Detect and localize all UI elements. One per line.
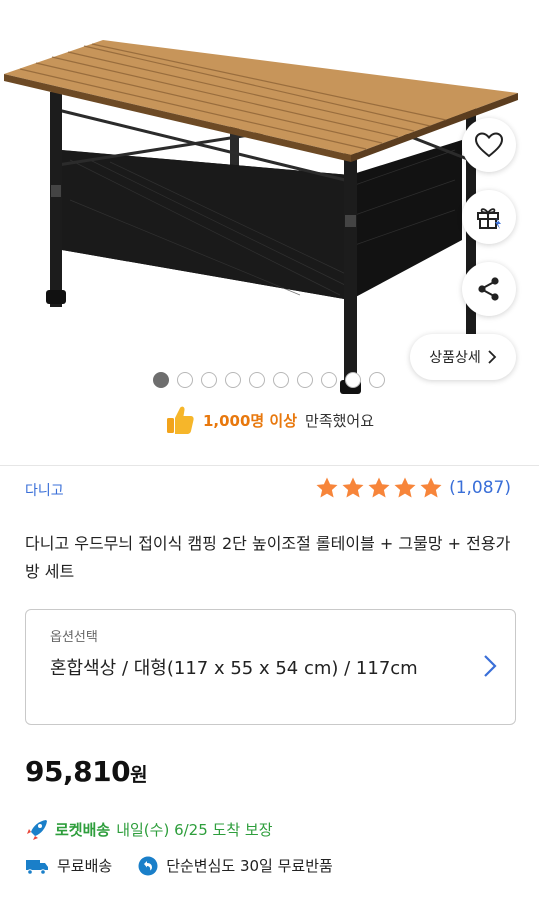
satisfaction-banner: 1,000명 이상 만족했어요 xyxy=(0,404,539,436)
share-button[interactable] xyxy=(462,262,516,316)
carousel-dot[interactable] xyxy=(225,372,241,388)
gift-icon xyxy=(477,208,501,229)
rocket-delivery-label: 로켓배송 xyxy=(55,820,111,839)
return-policy-text: 단순변심도 30일 무료반품 xyxy=(166,857,333,875)
star-icon xyxy=(316,477,338,498)
brand-link[interactable]: 다니고 xyxy=(25,480,64,500)
product-detail-label: 상품상세 xyxy=(429,350,481,366)
gift-button[interactable] xyxy=(462,190,516,244)
product-image-area[interactable]: 상품상세 xyxy=(0,0,539,400)
carousel-dot[interactable] xyxy=(321,372,337,388)
delivery-eta: 내일(수) 6/25 도착 보장 xyxy=(116,820,273,839)
sale-price: 95,810원 xyxy=(25,755,148,788)
rating-summary[interactable]: (1,087) xyxy=(315,476,511,500)
satisfaction-highlight: 1,000명 이상 xyxy=(202,411,298,430)
satisfaction-text: 만족했어요 xyxy=(305,411,375,430)
product-title: 다니고 우드무늬 접이식 캠핑 2단 높이조절 롤테이블 + 그물망 + 전용가… xyxy=(25,534,511,581)
free-shipping-text: 무료배송 xyxy=(57,857,113,875)
rocket-delivery-info: 로켓배송 내일(수) 6/25 도착 보장 xyxy=(25,818,273,840)
carousel-indicator xyxy=(153,372,385,388)
return-icon xyxy=(138,856,158,875)
star-icon xyxy=(420,477,442,498)
carousel-dot[interactable] xyxy=(153,372,169,388)
heart-icon xyxy=(474,132,504,158)
truck-icon xyxy=(26,859,48,875)
carousel-dot[interactable] xyxy=(273,372,289,388)
option-label: 옵션선택 xyxy=(50,630,98,645)
carousel-dot[interactable] xyxy=(369,372,385,388)
carousel-dot[interactable] xyxy=(345,372,361,388)
carousel-dot[interactable] xyxy=(249,372,265,388)
rocket-icon xyxy=(27,820,47,840)
chevron-right-icon xyxy=(488,350,497,364)
price-amount: 95,810 xyxy=(25,755,131,788)
review-count[interactable]: (1,087) xyxy=(449,478,511,498)
chevron-right-icon xyxy=(484,655,497,677)
option-selector[interactable]: 옵션선택 혼합색상 / 대형(117 x 55 x 54 cm) / 117cm xyxy=(25,609,516,725)
price-currency: 원 xyxy=(130,764,148,786)
share-icon xyxy=(478,277,499,301)
section-divider xyxy=(0,465,539,466)
star-icon xyxy=(342,477,364,498)
star-icon xyxy=(394,477,416,498)
carousel-dot[interactable] xyxy=(201,372,217,388)
carousel-dot[interactable] xyxy=(297,372,313,388)
option-value: 혼합색상 / 대형(117 x 55 x 54 cm) / 117cm xyxy=(50,658,418,679)
thumbs-up-icon xyxy=(166,406,194,434)
wishlist-button[interactable] xyxy=(462,118,516,172)
star-icon xyxy=(368,477,390,498)
product-detail-button[interactable]: 상품상세 xyxy=(410,334,516,380)
shipping-info: 무료배송 단순변심도 30일 무료반품 xyxy=(25,855,333,876)
carousel-dot[interactable] xyxy=(177,372,193,388)
